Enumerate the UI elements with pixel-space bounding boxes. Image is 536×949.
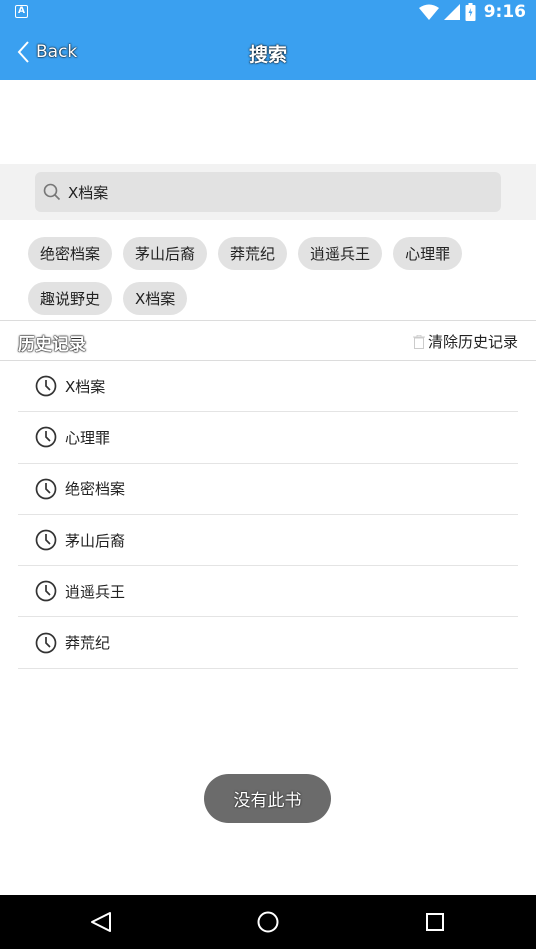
search-icon <box>43 183 61 201</box>
hot-tag[interactable]: 莽荒纪 <box>218 237 288 270</box>
recents-nav-icon[interactable] <box>420 907 450 937</box>
history-item[interactable]: 绝密档案 <box>18 464 518 515</box>
clock: 9:16 <box>483 2 526 22</box>
signal-icon <box>443 4 460 20</box>
toast-message: 没有此书 <box>204 774 331 823</box>
hot-tags: 绝密档案 茅山后裔 莽荒纪 逍遥兵王 心理罪 趣说野史 X档案 <box>28 237 518 315</box>
search-bar-container: X档案 <box>0 164 536 220</box>
trash-icon <box>412 334 425 349</box>
hot-tag[interactable]: 心理罪 <box>393 237 463 270</box>
hot-tag[interactable]: X档案 <box>123 282 188 315</box>
history-title: 历史记录 <box>18 335 86 355</box>
clear-history-button[interactable]: 清除历史记录 <box>412 331 518 352</box>
battery-icon <box>465 3 476 21</box>
history-item[interactable]: 茅山后裔 <box>18 515 518 567</box>
status-icons: 9:16 <box>418 2 526 22</box>
clock-icon <box>35 529 57 551</box>
app-header: Back 搜索 <box>0 24 536 80</box>
wifi-icon <box>418 4 439 20</box>
hot-tag[interactable]: 绝密档案 <box>28 237 113 270</box>
system-nav-bar <box>0 895 536 949</box>
search-input[interactable]: X档案 <box>35 172 501 212</box>
history-item-label: 绝密档案 <box>65 480 126 499</box>
status-bar: A 9:16 <box>0 0 536 24</box>
history-item[interactable]: X档案 <box>18 361 518 413</box>
clear-history-label: 清除历史记录 <box>427 333 518 351</box>
history-item-label: 莽荒纪 <box>65 634 111 653</box>
history-item-label: 茅山后裔 <box>65 531 126 550</box>
history-item-label: 逍遥兵王 <box>65 582 126 601</box>
clock-icon <box>35 375 57 397</box>
divider <box>0 320 536 321</box>
history-item[interactable]: 逍遥兵王 <box>18 566 518 618</box>
history-list: X档案 心理罪 绝密档案 茅山后裔 逍遥兵王 莽荒纪 <box>18 361 518 669</box>
hot-tag[interactable]: 茅山后裔 <box>123 237 208 270</box>
history-item-label: 心理罪 <box>65 428 111 447</box>
search-input-value: X档案 <box>68 183 109 202</box>
hot-tag[interactable]: 趣说野史 <box>28 282 113 315</box>
history-item-label: X档案 <box>65 377 106 396</box>
home-nav-icon[interactable] <box>253 907 283 937</box>
hot-tag[interactable]: 逍遥兵王 <box>298 237 383 270</box>
clock-icon <box>35 427 57 448</box>
history-item[interactable]: 莽荒纪 <box>18 617 518 669</box>
back-nav-icon[interactable] <box>86 907 116 937</box>
app-notification-icon: A <box>15 5 28 18</box>
clock-icon <box>35 580 57 602</box>
history-item[interactable]: 心理罪 <box>18 412 518 464</box>
clock-icon <box>35 632 57 653</box>
clock-icon <box>35 478 57 500</box>
page-title: 搜索 <box>248 44 287 66</box>
